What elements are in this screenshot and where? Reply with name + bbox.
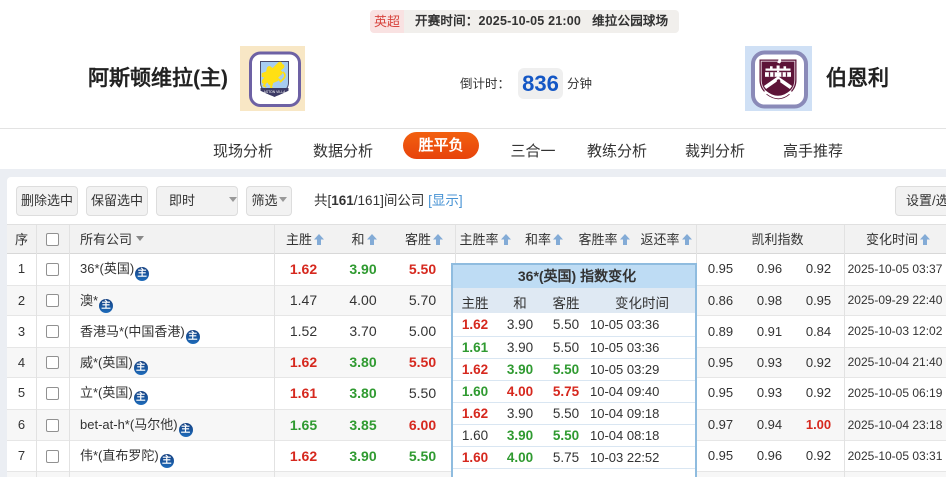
svg-text:ASTON VILLA: ASTON VILLA bbox=[264, 90, 287, 94]
